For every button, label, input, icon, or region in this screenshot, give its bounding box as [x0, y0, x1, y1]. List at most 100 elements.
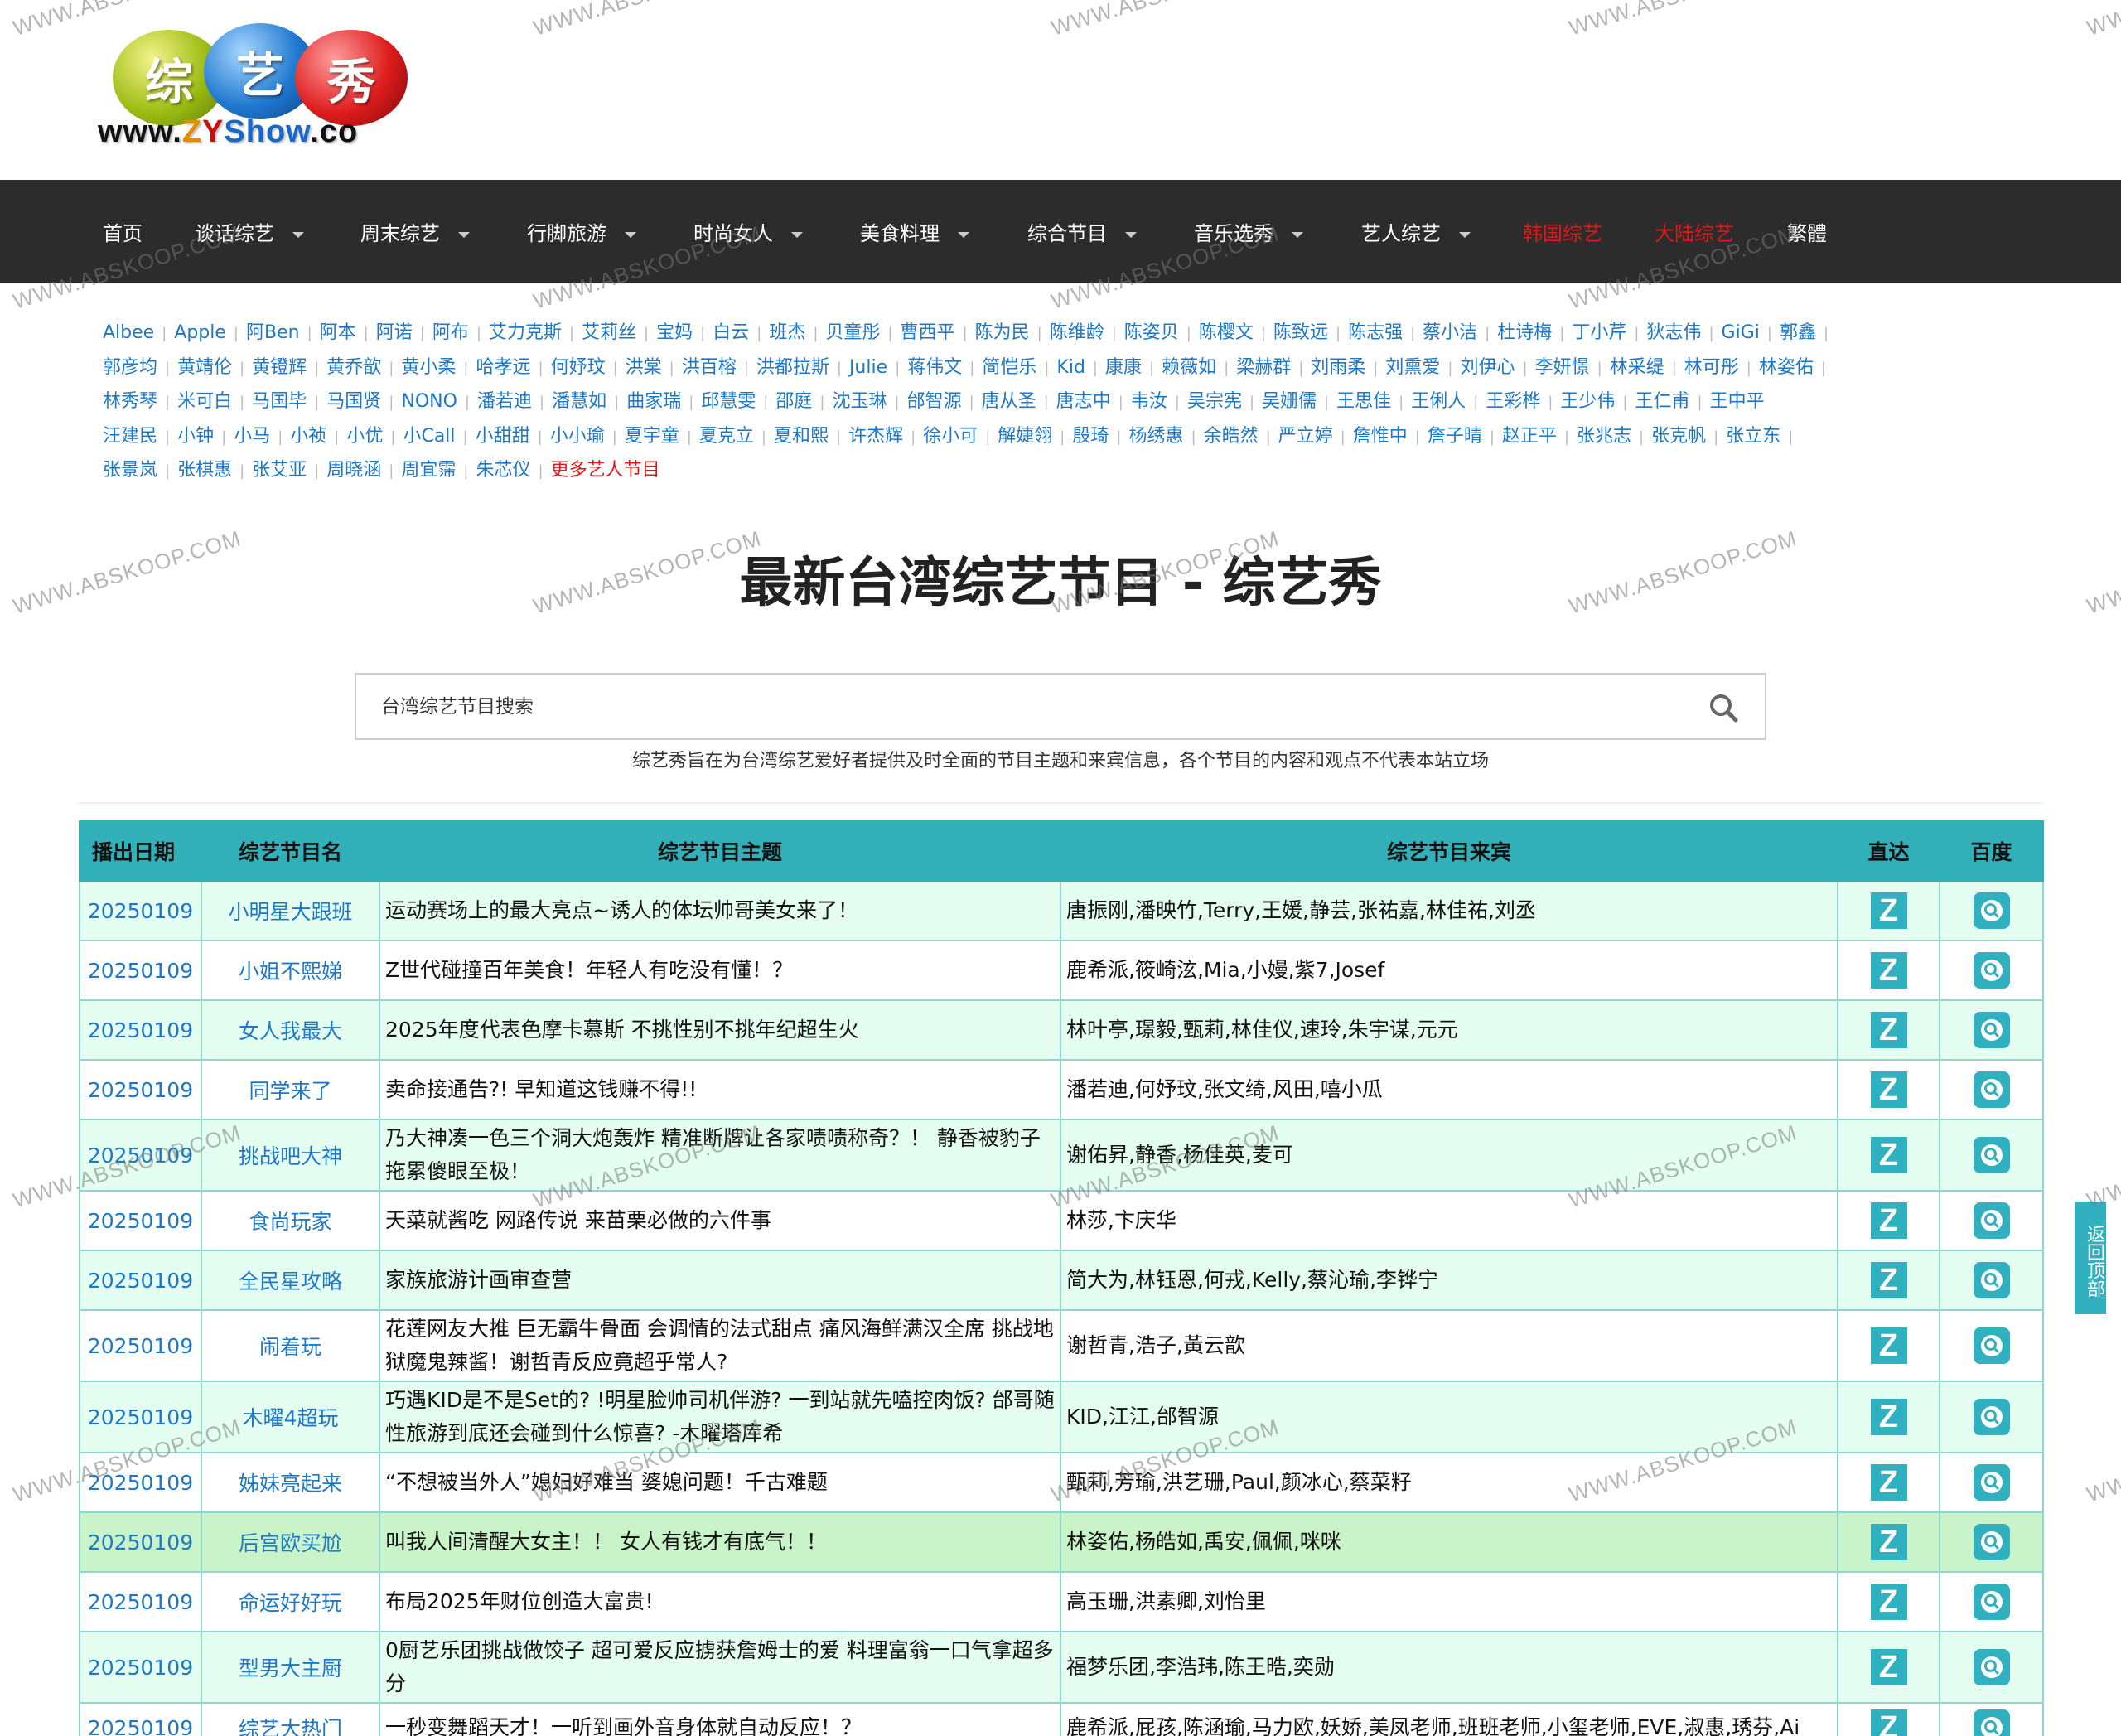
cell-date[interactable]: 20250109 [79, 1381, 202, 1453]
zyshow-link-icon[interactable]: Z [1870, 1202, 1907, 1239]
artist-link[interactable]: 邰智源 [907, 391, 962, 412]
baidu-search-icon[interactable] [1973, 1327, 2010, 1364]
artist-link[interactable]: 洪都拉斯 [756, 357, 829, 378]
nav-item-travel[interactable]: 行脚旅游 [527, 180, 636, 283]
zyshow-link-icon[interactable]: Z [1870, 1012, 1907, 1048]
artist-link[interactable]: 沈玉琳 [832, 391, 887, 412]
artist-link[interactable]: 唐志中 [1056, 391, 1111, 412]
search-icon[interactable] [1707, 691, 1740, 724]
table-row[interactable]: 20250109 姊妹亮起来 “不想被当外人”媳妇好难当 婆媳问题！千古难题 甄莉,芳… [79, 1452, 2044, 1513]
artist-link[interactable]: 杜诗梅 [1497, 322, 1552, 343]
nav-item-variety[interactable]: 综合节目 [1027, 180, 1137, 283]
artist-link[interactable]: 陈为民 [975, 322, 1030, 343]
zyshow-link-icon[interactable]: Z [1870, 1464, 1907, 1501]
cell-show-name[interactable]: 挑战吧大神 [201, 1119, 380, 1192]
artist-link[interactable]: NONO [401, 391, 457, 412]
cell-show-name[interactable]: 综艺大热门 [201, 1702, 380, 1736]
artist-link[interactable]: 康康 [1105, 357, 1142, 378]
zyshow-link-icon[interactable]: Z [1870, 1327, 1907, 1364]
artist-link[interactable]: 洪百榕 [682, 357, 737, 378]
artist-link[interactable]: 宝妈 [656, 322, 693, 343]
artist-link[interactable]: 潘若迪 [477, 391, 532, 412]
artist-link[interactable]: 林可彤 [1684, 357, 1739, 378]
artist-link[interactable]: 狄志伟 [1646, 322, 1701, 343]
artist-link[interactable]: 阿布 [432, 322, 469, 343]
cell-show-name[interactable]: 食尚玩家 [201, 1190, 380, 1251]
zyshow-link-icon[interactable]: Z [1870, 1399, 1907, 1435]
artist-link[interactable]: 小钟 [177, 426, 214, 447]
artist-link[interactable]: 洪棠 [626, 357, 662, 378]
more-artists-link[interactable]: 更多艺人节目 [551, 460, 660, 481]
artist-link[interactable]: 朱芯仪 [476, 460, 530, 481]
artist-link[interactable]: 马国毕 [252, 391, 307, 412]
artist-link[interactable]: 梁赫群 [1236, 357, 1291, 378]
cell-show-name[interactable]: 后宫欧买尬 [201, 1511, 380, 1573]
artist-link[interactable]: 蔡小洁 [1423, 322, 1477, 343]
artist-link[interactable]: 邵庭 [775, 391, 812, 412]
artist-link[interactable]: GiGi [1722, 322, 1760, 343]
cell-date[interactable]: 20250109 [79, 1250, 202, 1311]
artist-link[interactable]: 张景岚 [103, 460, 157, 481]
table-row[interactable]: 20250109 型男大主厨 0厨艺乐团挑战做饺子 超可爱反应掳获詹姆士的爱 料理富… [79, 1631, 2044, 1704]
artist-link[interactable]: 夏克立 [699, 426, 754, 447]
artist-link[interactable]: 赖薇如 [1162, 357, 1216, 378]
artist-link[interactable]: 徐小可 [923, 426, 978, 447]
artist-link[interactable]: 马国贤 [326, 391, 381, 412]
artist-link[interactable]: Albee [103, 322, 154, 343]
artist-link[interactable]: 詹惟中 [1353, 426, 1408, 447]
cell-show-name[interactable]: 全民星攻略 [201, 1250, 380, 1311]
cell-date[interactable]: 20250109 [79, 1571, 202, 1632]
table-row[interactable]: 20250109 木曜4超玩 巧遇KID是不是Set的? !明星脸帅司机伴游? 一到… [79, 1381, 2044, 1453]
table-row[interactable]: 20250109 小明星大跟班 运动赛场上的最大亮点~诱人的体坛帅哥美女来了！ 唐振刚… [79, 880, 2044, 941]
table-row[interactable]: 20250109 女人我最大 2025年度代表色摩卡慕斯 不挑性别不挑年纪超生火 林叶… [79, 999, 2044, 1061]
artist-link[interactable]: 班杰 [769, 322, 805, 343]
artist-link[interactable]: 许杰辉 [848, 426, 903, 447]
cell-show-name[interactable]: 小姐不熙娣 [201, 940, 380, 1001]
baidu-search-icon[interactable] [1973, 1709, 2010, 1736]
baidu-search-icon[interactable] [1973, 892, 2010, 929]
artist-link[interactable]: 小祯 [290, 426, 326, 447]
table-row[interactable]: 20250109 闹着玩 花莲网友大推 巨无霸牛骨面 会调情的法式甜点 痛风海鲜满汉… [79, 1309, 2044, 1382]
baidu-search-icon[interactable] [1973, 1071, 2010, 1108]
artist-link[interactable]: 陈致远 [1273, 322, 1328, 343]
cell-date[interactable]: 20250109 [79, 1059, 202, 1120]
nav-item-traditional[interactable]: 繁體 [1787, 180, 1827, 283]
artist-link[interactable]: 曹西平 [901, 322, 955, 343]
table-row[interactable]: 20250109 全民星攻略 家族旅游计画审查营 简大为,林钰恩,何戎,Kelly,蔡… [79, 1250, 2044, 1311]
artist-link[interactable]: 小小瑜 [550, 426, 605, 447]
artist-link[interactable]: Julie [849, 357, 887, 378]
artist-link[interactable]: 曲家瑞 [626, 391, 681, 412]
cell-show-name[interactable]: 姊妹亮起来 [201, 1452, 380, 1513]
baidu-search-icon[interactable] [1973, 1262, 2010, 1298]
artist-link[interactable]: 林姿佑 [1759, 357, 1814, 378]
artist-link[interactable]: Apple [174, 322, 226, 343]
artist-link[interactable]: 吴宗宪 [1187, 391, 1242, 412]
artist-link[interactable]: 阿诺 [376, 322, 413, 343]
artist-link[interactable]: 王思佳 [1336, 391, 1391, 412]
artist-link[interactable]: 唐从圣 [982, 391, 1036, 412]
baidu-search-icon[interactable] [1973, 1584, 2010, 1620]
zyshow-link-icon[interactable]: Z [1870, 1524, 1907, 1560]
artist-link[interactable]: 陈樱文 [1199, 322, 1254, 343]
site-logo[interactable]: 综 艺 秀 www.ZYShow.co [98, 23, 429, 160]
table-row[interactable]: 20250109 小姐不熙娣 Z世代碰撞百年美食！年轻人有吃没有懂！？ 鹿希派,筱崎泫… [79, 940, 2044, 1001]
artist-link[interactable]: 黄乔歆 [326, 357, 381, 378]
artist-link[interactable]: 小马 [234, 426, 270, 447]
cell-date[interactable]: 20250109 [79, 880, 202, 941]
artist-link[interactable]: 解婕翎 [998, 426, 1052, 447]
baidu-search-icon[interactable] [1973, 1137, 2010, 1173]
zyshow-link-icon[interactable]: Z [1870, 1262, 1907, 1298]
artist-link[interactable]: 张克帆 [1651, 426, 1706, 447]
table-row[interactable]: 20250109 食尚玩家 天菜就酱吃 网路传说 来苗栗必做的六件事 林莎,卞庆华 Z [79, 1190, 2044, 1251]
artist-link[interactable]: 刘熏爱 [1385, 357, 1440, 378]
artist-link[interactable]: 黄靖伦 [177, 357, 232, 378]
artist-link[interactable]: 阿本 [320, 322, 356, 343]
artist-link[interactable]: 陈姿贝 [1124, 322, 1179, 343]
artist-link[interactable]: 蒋伟文 [907, 357, 962, 378]
table-row[interactable]: 20250109 同学来了 卖命接通告?! 早知道这钱赚不得!! 潘若迪,何妤玟,张文… [79, 1059, 2044, 1120]
artist-link[interactable]: 何妤玟 [551, 357, 606, 378]
artist-link[interactable]: 贝童彤 [825, 322, 880, 343]
zyshow-link-icon[interactable]: Z [1870, 1709, 1907, 1736]
baidu-search-icon[interactable] [1973, 1524, 2010, 1560]
artist-link[interactable]: 郭鑫 [1780, 322, 1816, 343]
